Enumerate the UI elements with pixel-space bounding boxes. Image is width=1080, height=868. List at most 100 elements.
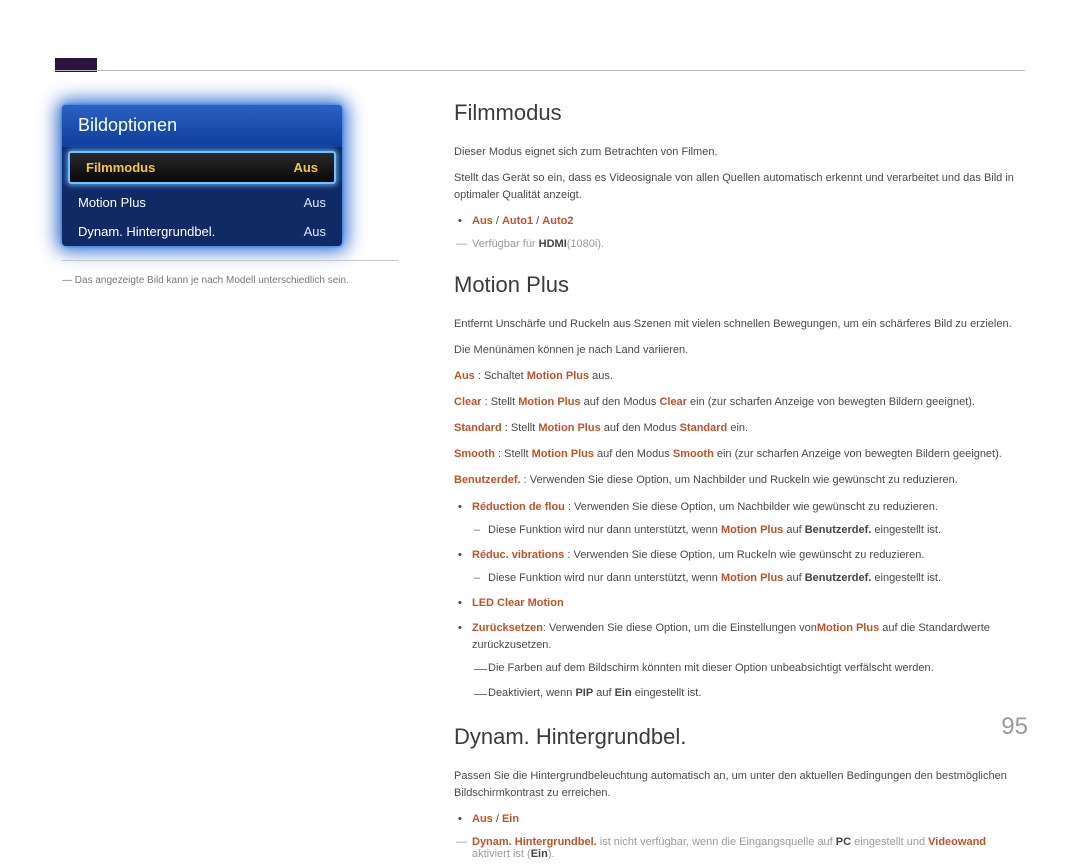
text: Diese Funktion wird nur dann unterstützt… (488, 524, 721, 536)
text: eingestellt und (851, 836, 928, 848)
list-item: Aus / Auto1 / Auto2 (454, 213, 1020, 230)
text: auf (593, 687, 614, 699)
text: ist nicht verfügbar, wenn die Eingangsqu… (597, 836, 836, 848)
label: Smooth (454, 448, 495, 460)
panel-row-label: Motion Plus (78, 195, 146, 210)
label: Aus (454, 370, 475, 382)
options-panel: Bildoptionen Filmmodus Aus Motion Plus A… (62, 105, 342, 246)
text: : Schaltet (475, 370, 527, 382)
pip: PIP (575, 687, 593, 699)
dynam-hb: Dynam. Hintergrundbel. (472, 836, 597, 848)
paragraph: Stellt das Gerät so ein, dass es Videosi… (454, 170, 1020, 204)
motion-plus: Motion Plus (527, 370, 589, 382)
paragraph: Dieser Modus eignet sich zum Betrachten … (454, 144, 1020, 161)
heading-motionplus: Motion Plus (454, 272, 1020, 298)
text: ein. (727, 422, 748, 434)
text: auf den Modus (601, 422, 680, 434)
paragraph: Die Menünamen können je nach Land variie… (454, 342, 1020, 359)
motion-plus: Motion Plus (532, 448, 594, 460)
option-auto2: Auto2 (542, 215, 573, 227)
led-clear-motion: LED Clear Motion (472, 597, 564, 609)
side-note: Das angezeigte Bild kann je nach Modell … (62, 275, 402, 286)
text: Diese Funktion wird nur dann unterstützt… (488, 572, 721, 584)
heading-filmmodus: Filmmodus (454, 100, 1020, 126)
label: Standard (454, 422, 502, 434)
text: auf (783, 572, 804, 584)
list-item: Zurücksetzen: Verwenden Sie diese Option… (454, 620, 1020, 702)
label: Clear (454, 396, 482, 408)
text: auf den Modus (581, 396, 660, 408)
motion-plus: Motion Plus (538, 422, 600, 434)
motion-plus: Motion Plus (518, 396, 580, 408)
panel-row-filmmodus[interactable]: Filmmodus Aus (68, 151, 336, 184)
text: : Stellt (502, 422, 539, 434)
note: Verfügbar für HDMI(1080i). (454, 238, 1020, 250)
note-hdmi: HDMI (539, 238, 567, 250)
list-item: Diese Funktion wird nur dann unterstützt… (472, 570, 1020, 587)
motion-plus: Motion Plus (721, 572, 783, 584)
text: : Verwenden Sie diese Option, um Nachbil… (565, 501, 938, 513)
mode: Smooth (673, 448, 714, 460)
line-aus: Aus : Schaltet Motion Plus aus. (454, 368, 1020, 385)
panel-row-label: Filmmodus (86, 160, 155, 175)
header-rule (55, 70, 1025, 71)
heading-dynam: Dynam. Hintergrundbel. (454, 724, 1020, 750)
panel-row-value: Aus (304, 224, 326, 239)
panel-row-label: Dynam. Hintergrundbel. (78, 224, 215, 239)
mode: Clear (659, 396, 687, 408)
panel-row-motionplus[interactable]: Motion Plus Aus (62, 188, 342, 217)
main-content: Filmmodus Dieser Modus eignet sich zum B… (454, 100, 1020, 868)
ein: Ein (615, 687, 632, 699)
label: Réduc. vibrations (472, 549, 564, 561)
list-item: Die Farben auf dem Bildschirm könnten mi… (472, 660, 1020, 677)
option-auto1: Auto1 (502, 215, 533, 227)
option-aus: Aus (472, 813, 493, 825)
motion-plus: Motion Plus (721, 524, 783, 536)
side-rule (62, 260, 398, 261)
text: ein (zur scharfen Anzeige von bewegten B… (687, 396, 975, 408)
text: Deaktiviert, wenn (488, 687, 575, 699)
panel-title: Bildoptionen (62, 105, 342, 147)
mode: Standard (680, 422, 728, 434)
text: ein (zur scharfen Anzeige von bewegten B… (714, 448, 1002, 460)
label: Réduction de flou (472, 501, 565, 513)
videowand: Videowand (928, 836, 986, 848)
line-benutzer: Benutzerdef. : Verwenden Sie diese Optio… (454, 472, 1020, 489)
text: : Stellt (495, 448, 532, 460)
text: : Stellt (482, 396, 519, 408)
list-item: Réduc. vibrations : Verwenden Sie diese … (454, 547, 1020, 587)
panel-row-value: Aus (304, 195, 326, 210)
text: eingestellt ist. (632, 687, 702, 699)
list-item: LED Clear Motion (454, 595, 1020, 612)
text: aus. (589, 370, 613, 382)
text: eingestellt ist. (871, 524, 941, 536)
panel-row-value: Aus (293, 160, 318, 175)
page-number: 95 (1001, 713, 1028, 741)
list-item: Réduction de flou : Verwenden Sie diese … (454, 499, 1020, 539)
text: ). (548, 848, 555, 860)
text: : Verwenden Sie diese Option, um die Ein… (543, 622, 817, 634)
option-ein: Ein (502, 813, 519, 825)
label: Zurücksetzen (472, 622, 543, 634)
line-smooth: Smooth : Stellt Motion Plus auf den Modu… (454, 446, 1020, 463)
motion-plus: Motion Plus (817, 622, 879, 634)
list-item: Diese Funktion wird nur dann unterstützt… (472, 522, 1020, 539)
line-clear: Clear : Stellt Motion Plus auf den Modus… (454, 394, 1020, 411)
line-standard: Standard : Stellt Motion Plus auf den Mo… (454, 420, 1020, 437)
text: : Verwenden Sie diese Option, um Ruckeln… (564, 549, 924, 561)
option-aus: Aus (472, 215, 493, 227)
benutzerdef: Benutzerdef. (805, 524, 872, 536)
list-item: Deaktiviert, wenn PIP auf Ein eingestell… (472, 685, 1020, 702)
note-text: Verfügbar für (472, 238, 539, 250)
text: : Verwenden Sie diese Option, um Nachbil… (521, 474, 958, 486)
paragraph: Entfernt Unschärfe und Ruckeln aus Szene… (454, 316, 1020, 333)
note-text: (1080i). (567, 238, 604, 250)
text: aktiviert ist ( (472, 848, 531, 860)
panel-row-dynam[interactable]: Dynam. Hintergrundbel. Aus (62, 217, 342, 246)
paragraph: Passen Sie die Hintergrundbeleuchtung au… (454, 768, 1020, 802)
list-item: Aus / Ein (454, 811, 1020, 828)
note: Dynam. Hintergrundbel. ist nicht verfügb… (454, 836, 1020, 860)
label: Benutzerdef. (454, 474, 521, 486)
text: auf (783, 524, 804, 536)
text: auf den Modus (594, 448, 673, 460)
